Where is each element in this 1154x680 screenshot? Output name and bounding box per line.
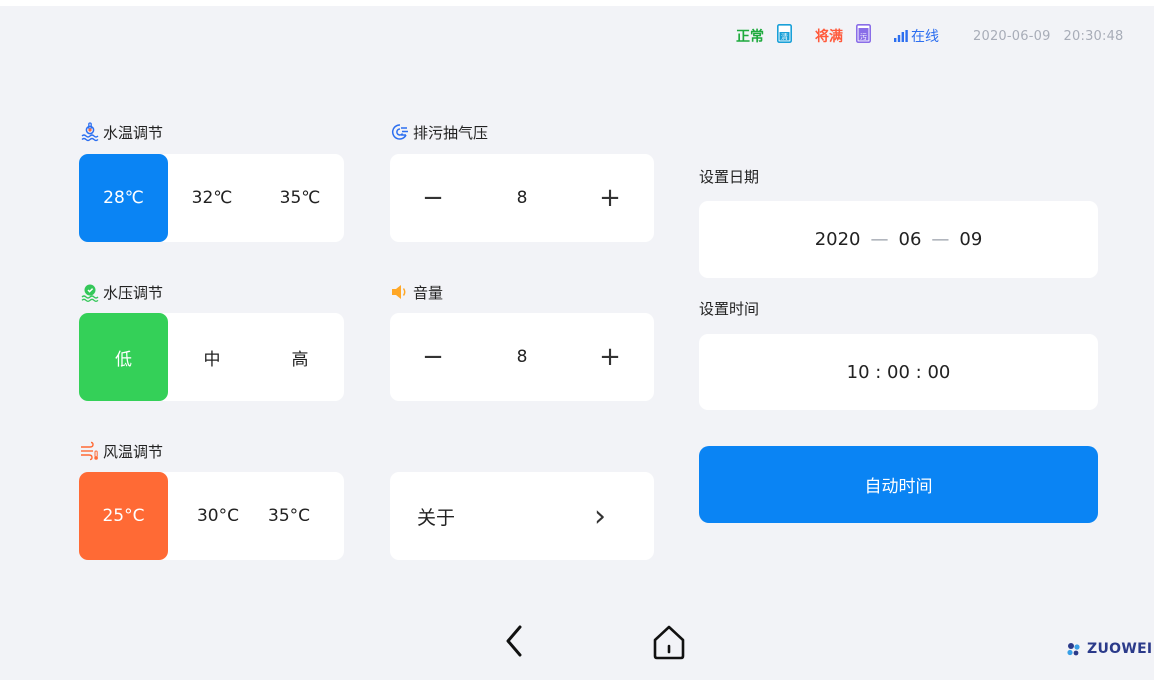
thermometer-water-icon — [81, 122, 99, 142]
date-year: 2020 — [814, 229, 861, 250]
clean-water-status-label: 正常 — [736, 29, 764, 45]
brand-logo: ZUOWEI — [1066, 641, 1152, 657]
dirty-water-status-label: 将满 — [815, 29, 843, 45]
water-temp-option-32-label: 32℃ — [191, 188, 233, 208]
current-datetime-text: 2020-06-09 20:30:48 — [973, 28, 1124, 44]
water-temp-option-35-label: 35℃ — [279, 188, 321, 208]
suction-increase-button[interactable]: + — [580, 154, 640, 242]
air-temp-option-35[interactable]: 35°C — [268, 472, 344, 560]
brand-name: ZUOWEI — [1087, 641, 1153, 657]
suction-increase-label: + — [599, 183, 621, 213]
air-temp-option-30-label: 30°C — [196, 506, 239, 526]
air-temp-option-30[interactable]: 30°C — [168, 472, 268, 560]
volume-increase-label: + — [599, 342, 621, 372]
water-temp-option-28-label: 28℃ — [103, 188, 144, 208]
air-temp-section-label: 风温调节 — [80, 440, 163, 462]
water-temp-option-32[interactable]: 32℃ — [168, 154, 256, 242]
water-temp-label: 水温调节 — [103, 123, 164, 142]
suction-decrease-button[interactable]: − — [403, 154, 463, 242]
suction-section-label: 排污抽气压 — [390, 121, 488, 143]
time-value: 10 : 00 : 00 — [846, 361, 951, 383]
auto-time-button-label: 自动时间 — [864, 477, 933, 497]
svg-text:污: 污 — [860, 33, 867, 41]
date-separator-1: — — [870, 229, 889, 250]
air-temp-option-25-label: 25°C — [102, 506, 145, 526]
svg-text:清: 清 — [781, 32, 788, 41]
clean-water-status: 正常 — [736, 26, 764, 46]
dirty-water-tank-icon: 污 — [856, 24, 871, 43]
back-arrow-icon[interactable] — [502, 624, 526, 658]
water-pressure-section-label: 水压调节 — [80, 281, 163, 303]
clean-water-tank-icon: 清 — [777, 24, 792, 43]
air-temp-selector: 25°C 30°C 35°C — [79, 472, 344, 560]
auto-time-button[interactable]: 自动时间 — [699, 446, 1098, 523]
date-setting-label: 设置日期 — [699, 168, 760, 186]
water-pressure-selector: 低 中 高 — [79, 313, 344, 401]
wind-temperature-icon — [81, 441, 98, 461]
signal-bars-icon — [894, 30, 908, 42]
water-pressure-option-high-label: 高 — [291, 349, 309, 370]
volume-section-label: 音量 — [390, 281, 443, 303]
water-temp-option-28[interactable]: 28℃ — [79, 154, 168, 242]
network-status-label: 在线 — [911, 29, 939, 45]
suction-label: 排污抽气压 — [413, 123, 489, 142]
suction-value-text: 8 — [516, 188, 528, 208]
water-pressure-option-medium[interactable]: 中 — [168, 313, 256, 401]
volume-stepper: − 8 + — [390, 313, 654, 401]
date-separator-2: — — [931, 229, 950, 250]
time-setting-field[interactable]: 10 : 00 : 00 — [699, 334, 1098, 410]
water-temp-selector: 28℃ 32℃ 35℃ — [79, 154, 344, 242]
date-day: 09 — [959, 229, 983, 250]
time-setting-label: 设置时间 — [699, 300, 760, 318]
water-pressure-option-low-label: 低 — [115, 349, 132, 370]
suction-value: 8 — [490, 154, 554, 242]
speaker-icon — [392, 285, 406, 299]
air-temp-label: 风温调节 — [103, 442, 164, 461]
chevron-right-icon: › — [594, 498, 606, 534]
volume-increase-button[interactable]: + — [580, 313, 640, 401]
pressure-gauge-icon — [81, 284, 99, 302]
air-temp-option-35-label: 35°C — [268, 506, 311, 526]
home-icon[interactable] — [650, 623, 688, 661]
water-pressure-option-low[interactable]: 低 — [79, 313, 168, 401]
water-pressure-option-high[interactable]: 高 — [256, 313, 344, 401]
about-label: 关于 — [417, 506, 456, 529]
date-value: 2020 — 06 — 09 — [699, 201, 1098, 278]
volume-decrease-button[interactable]: − — [403, 313, 463, 401]
water-pressure-option-medium-label: 中 — [203, 349, 221, 370]
current-datetime: 2020-06-09 20:30:48 — [973, 26, 1124, 46]
suction-decrease-label: − — [422, 183, 444, 213]
volume-label: 音量 — [413, 283, 444, 302]
date-month: 06 — [898, 229, 922, 250]
air-temp-option-25[interactable]: 25°C — [79, 472, 168, 560]
dirty-water-status: 将满 — [815, 26, 843, 46]
suction-swirl-icon — [391, 124, 408, 140]
volume-value: 8 — [490, 313, 554, 401]
date-setting-field[interactable]: 2020 — 06 — 09 — [699, 201, 1098, 278]
about-button[interactable]: 关于 › — [390, 472, 654, 560]
brand-mark-icon — [1067, 643, 1080, 656]
suction-stepper: − 8 + — [390, 154, 654, 242]
network-status: 在线 — [894, 26, 939, 46]
water-temp-option-35[interactable]: 35℃ — [256, 154, 344, 242]
volume-value-text: 8 — [516, 347, 528, 367]
volume-decrease-label: − — [422, 342, 444, 372]
water-temp-section-label: 水温调节 — [80, 121, 163, 143]
water-pressure-label: 水压调节 — [103, 283, 164, 302]
